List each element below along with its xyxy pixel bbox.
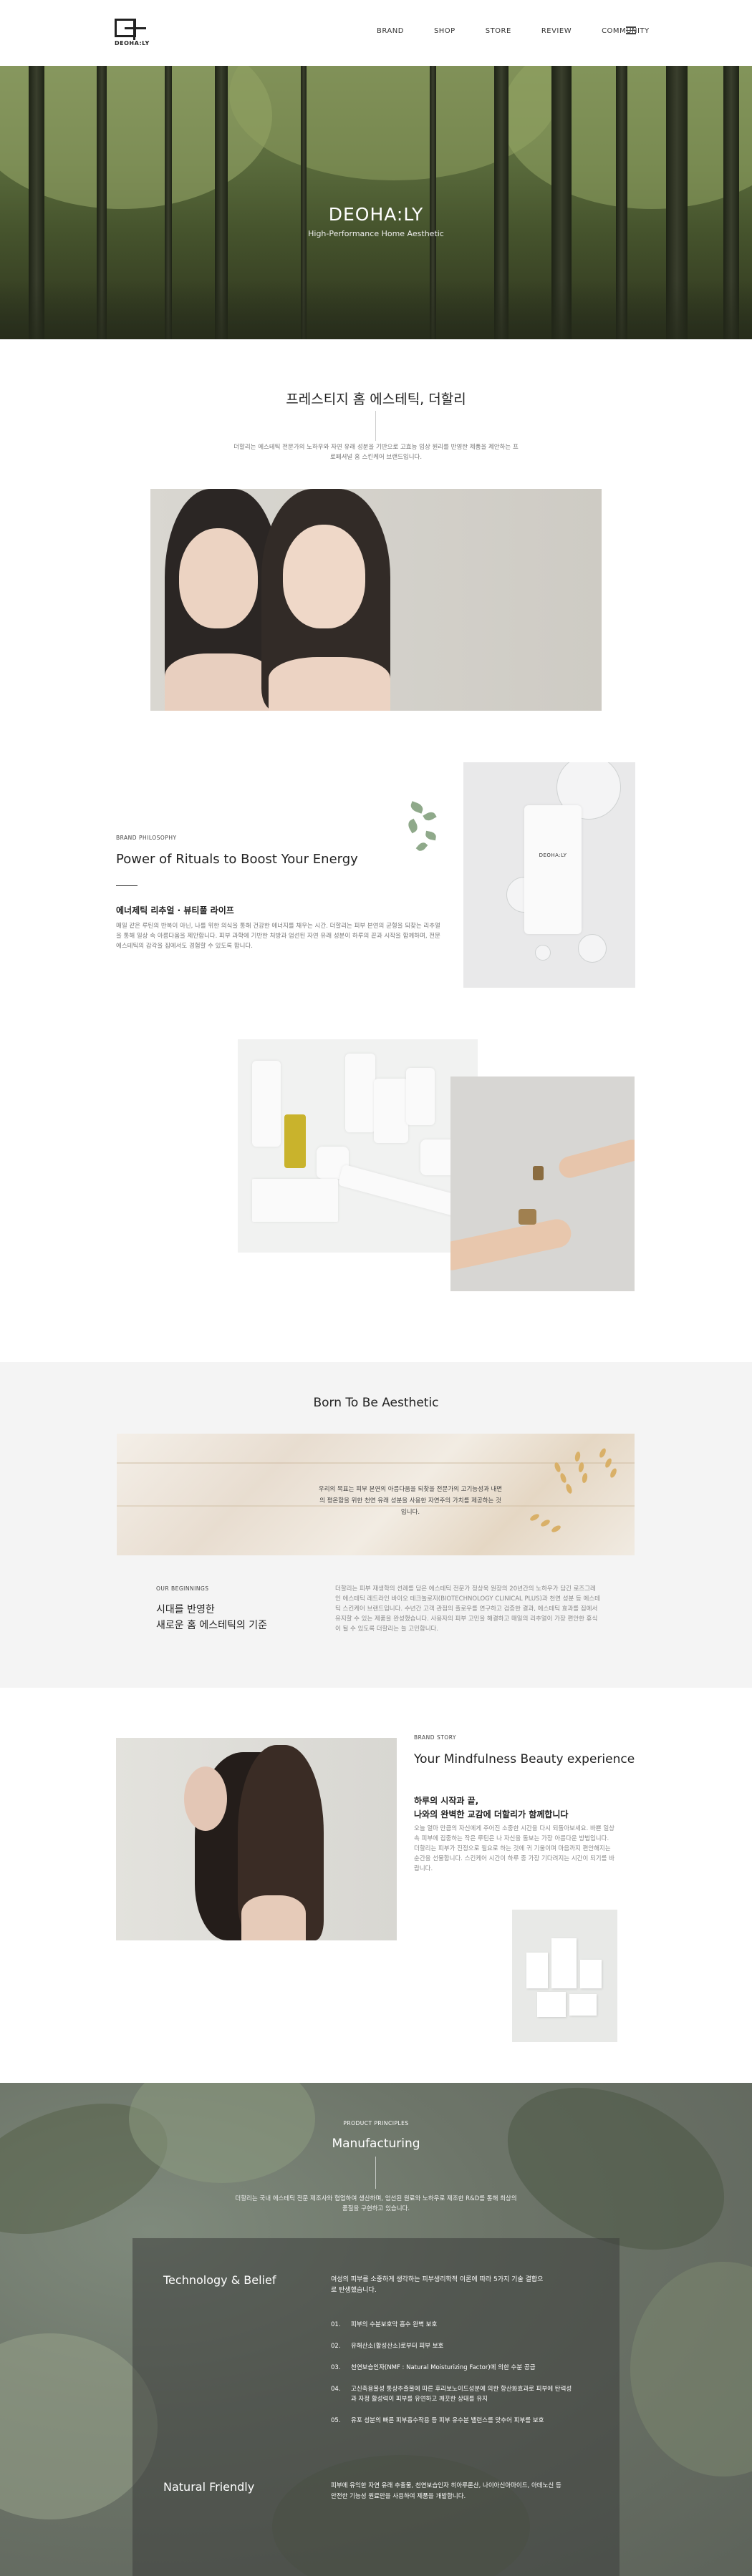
woman-hair-photo: [116, 1738, 397, 1940]
list-item-number: 02.: [331, 2343, 341, 2350]
list-item-text: 유포 성분의 빠른 피부흡수작용 등 피부 유수분 밸런스를 맞추어 피부를 보…: [351, 2417, 544, 2424]
philosophy-title: Power of Rituals to Boost Your Energy: [116, 852, 358, 867]
manufacturing-title: Manufacturing: [332, 2137, 420, 2151]
beginnings-label: OUR BEGINNINGS: [156, 1585, 209, 1592]
list-item-number: 04.: [331, 2386, 341, 2393]
divider-line: [375, 2157, 376, 2189]
product-cubes-photo: [512, 1910, 617, 2042]
beginnings-text: 더할리는 피부 재생학의 선례를 담은 에스테틱 전문가 정상욱 원장의 20년…: [335, 1585, 601, 1633]
divider-line: [116, 885, 138, 886]
tech-title: Technology & Belief: [163, 2273, 276, 2287]
list-item-text: 고신축용물성 통상추출물에 따른 후리보노이드성분에 의한 항산화효과로 피부에…: [351, 2386, 572, 2403]
beginnings-heading-line2: 새로운 홈 에스테틱의 기준: [156, 1620, 268, 1631]
brand-logo[interactable]: DEOHA:LY: [115, 19, 149, 47]
beginnings-heading-line1: 시대를 반영한: [156, 1604, 215, 1615]
manufacturing-text: 더할리는 국내 에스테틱 전문 제조사와 협업하여 생산하며, 엄선된 원료와 …: [235, 2195, 517, 2212]
story-title: Your Mindfulness Beauty experience: [414, 1752, 635, 1766]
principles-list: 01. 피부의 수분보호막 흡수 완벽 보호 02. 유해산소(활성산소)로부터 피…: [331, 2320, 574, 2437]
list-item-number: 03.: [331, 2364, 341, 2371]
list-item-number: 05.: [331, 2417, 341, 2424]
eucalyptus-leaf-icon: [425, 830, 437, 841]
hamburger-menu-icon[interactable]: [626, 26, 636, 34]
list-item: 03. 천연보습인자(NMF : Natural Moisturizing Fac…: [331, 2363, 574, 2373]
hero-banner: DEOHA:LY High-Performance Home Aesthetic: [0, 66, 752, 339]
philosophy-text: 매일 같은 루틴의 반복이 아닌, 나를 위한 의식을 통해 건강한 에너지를 …: [116, 923, 440, 950]
product-bottle-photo: DEOHA:LY: [463, 762, 635, 988]
list-item-text: 피부의 수분보호막 흡수 완벽 보호: [351, 2321, 438, 2328]
eucalyptus-leaf-icon: [423, 810, 437, 823]
story-text: 오늘 얼마 만큼의 자신에게 주어진 소중한 시간을 다시 되돌아보세요. 바쁜…: [414, 1825, 614, 1872]
nav-review[interactable]: REVIEW: [541, 27, 572, 35]
banner-text: 우리의 목표는 피부 본연의 아름다움을 되찾을 전문가의 고기능성과 내면의 …: [318, 1486, 503, 1516]
story-heading-line1: 하루의 시작과 끝,: [414, 1796, 479, 1806]
product-lineup-photo: [238, 1039, 478, 1253]
divider-line: [375, 411, 376, 441]
models-photo: [150, 489, 602, 711]
wood-wheat-banner: 우리의 목표는 피부 본연의 아름다움을 되찾을 전문가의 고기능성과 내면의 …: [117, 1434, 635, 1555]
list-item-text: 유해산소(활성산소)로부터 피부 보호: [351, 2343, 444, 2350]
bottle-brand-text: DEOHA:LY: [539, 852, 567, 858]
story-heading-line2: 나와의 완벽한 교감에 더할리가 함께합니다: [414, 1809, 569, 1819]
hand-capsules-photo: [450, 1076, 635, 1291]
eucalyptus-leaf-icon: [415, 840, 428, 853]
philosophy-subtitle: 에너제틱 리추얼 · 뷰티풀 라이프: [116, 905, 234, 915]
manufacturing-label: PRODUCT PRINCIPLES: [343, 2120, 409, 2127]
nav-store[interactable]: STORE: [486, 27, 511, 35]
hero-subtitle: High-Performance Home Aesthetic: [308, 229, 444, 238]
natural-title: Natural Friendly: [163, 2480, 255, 2494]
logo-text: DEOHA:LY: [115, 40, 150, 47]
nav-brand[interactable]: BRAND: [377, 27, 404, 35]
intro-text: 더할리는 에스테틱 전문가의 노하우와 자연 유래 성분을 기반으로 고효능 임…: [233, 444, 519, 461]
eucalyptus-leaf-icon: [409, 801, 425, 814]
nav-shop[interactable]: SHOP: [434, 27, 455, 35]
philosophy-label: BRAND PHILOSOPHY: [116, 835, 177, 841]
hero-title: DEOHA:LY: [328, 204, 424, 225]
eucalyptus-leaf-icon: [406, 818, 420, 834]
tech-intro: 여성의 피부를 소중하게 생각하는 피부생리학적 이론에 따라 5가지 기술 결…: [331, 2276, 544, 2294]
list-item: 02. 유해산소(활성산소)로부터 피부 보호: [331, 2341, 574, 2351]
list-item-number: 01.: [331, 2321, 341, 2328]
list-item: 01. 피부의 수분보호막 흡수 완벽 보호: [331, 2320, 574, 2330]
site-header: DEOHA:LY BRAND SHOP STORE REVIEW COMMUNI…: [0, 0, 752, 66]
story-heading: 하루의 시작과 끝, 나와의 완벽한 교감에 더할리가 함께합니다: [414, 1794, 568, 1822]
list-item-text: 천연보습인자(NMF : Natural Moisturizing Factor…: [351, 2364, 536, 2371]
story-label: BRAND STORY: [414, 1734, 457, 1741]
intro-title: 프레스티지 홈 에스테틱, 더할리: [286, 392, 466, 407]
list-item: 05. 유포 성분의 빠른 피부흡수작용 등 피부 유수분 밸런스를 맞추어 피부…: [331, 2416, 574, 2426]
natural-text: 피부에 유익한 자연 유래 추출물, 천연보습인자 히아루론산, 나이아신아마이…: [331, 2482, 561, 2500]
born-title: Born To Be Aesthetic: [313, 1396, 439, 1410]
list-item: 04. 고신축용물성 통상추출물에 따른 후리보노이드성분에 의한 항산화효과로 …: [331, 2384, 574, 2404]
beginnings-heading: 시대를 반영한 새로운 홈 에스테틱의 기준: [156, 1602, 267, 1633]
